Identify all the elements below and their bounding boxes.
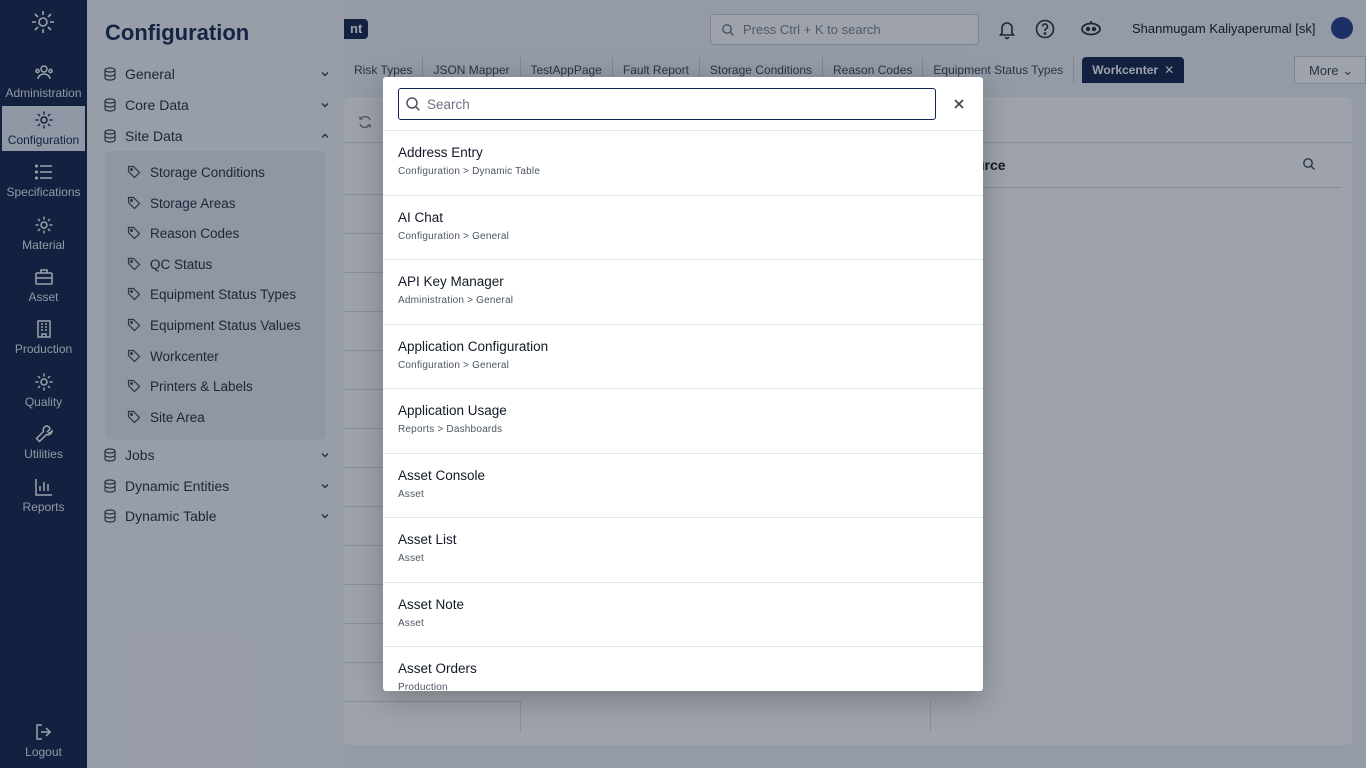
search-input[interactable] <box>427 96 907 112</box>
search-result-item[interactable]: Asset Console Asset <box>383 454 983 518</box>
search-results-list: Address Entry Configuration > Dynamic Ta… <box>383 131 983 691</box>
result-path: Administration > General <box>398 295 514 306</box>
result-path: Configuration > General <box>398 359 510 371</box>
result-title: Asset List <box>398 532 457 547</box>
close-icon[interactable] <box>951 96 967 112</box>
search-result-item[interactable]: Application Usage Reports > Dashboards <box>383 389 983 454</box>
result-title: Asset Note <box>398 596 465 612</box>
result-path: Asset <box>398 553 425 564</box>
result-path: Asset <box>398 617 425 629</box>
search-result-item[interactable]: API Key Manager Administration > General <box>383 260 983 325</box>
search-result-item[interactable]: Asset Note Asset <box>383 583 983 647</box>
result-title: API Key Manager <box>398 274 504 289</box>
search-result-item[interactable]: Asset List Asset <box>383 518 983 583</box>
result-path: Reports > Dashboards <box>398 424 503 435</box>
search-result-item[interactable]: Address Entry Configuration > Dynamic Ta… <box>383 131 983 196</box>
result-title: Asset Console <box>398 467 486 483</box>
result-title: AI Chat <box>398 209 444 225</box>
result-title: Address Entry <box>398 145 483 160</box>
result-title: Application Configuration <box>398 338 549 354</box>
search-result-item[interactable]: AI Chat Configuration > General <box>383 196 983 260</box>
result-title: Application Usage <box>398 403 507 418</box>
search-result-item[interactable]: Application Configuration Configuration … <box>383 325 983 389</box>
result-path: Asset <box>398 488 425 500</box>
result-path: Configuration > Dynamic Table <box>398 166 541 177</box>
result-title: Asset Orders <box>398 661 477 676</box>
result-path: Configuration > General <box>398 230 510 242</box>
search-modal-header <box>383 77 983 131</box>
modal-search-field[interactable] <box>398 88 936 120</box>
search-icon <box>406 97 420 111</box>
search-modal: Address Entry Configuration > Dynamic Ta… <box>383 77 983 691</box>
result-path: Production <box>398 682 448 691</box>
search-result-item[interactable]: Asset Orders Production <box>383 647 983 691</box>
